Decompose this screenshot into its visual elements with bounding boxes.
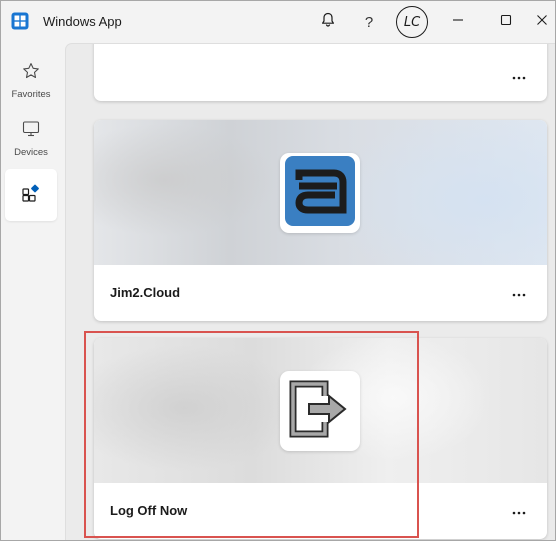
app-card-log-off-now[interactable]: Log Off Now bbox=[94, 338, 547, 539]
sidebar-item-favorites[interactable]: Favorites bbox=[5, 55, 57, 107]
more-options-button[interactable] bbox=[504, 282, 534, 304]
more-options-button[interactable] bbox=[504, 500, 534, 522]
windows-app-window: Windows App ? LC Favorites Devices Jim2.… bbox=[0, 0, 556, 541]
title-bar: Windows App ? LC bbox=[1, 1, 555, 43]
close-button[interactable] bbox=[529, 1, 555, 43]
sidebar: Favorites Devices bbox=[1, 43, 63, 540]
jim2-cloud-app-icon bbox=[285, 155, 355, 231]
more-options-icon bbox=[512, 284, 526, 302]
star-icon bbox=[22, 62, 40, 85]
minimize-icon bbox=[452, 13, 464, 31]
card-title: Log Off Now bbox=[110, 503, 188, 518]
app-card[interactable] bbox=[94, 44, 547, 101]
windows-app-icon bbox=[11, 12, 29, 30]
more-options-icon bbox=[512, 502, 526, 520]
monitor-icon bbox=[22, 120, 40, 143]
more-options-icon bbox=[512, 67, 526, 85]
more-options-button[interactable] bbox=[504, 65, 534, 87]
app-card-jim2-cloud[interactable]: Jim2.Cloud bbox=[94, 120, 547, 321]
help-button[interactable]: ? bbox=[356, 1, 382, 43]
sidebar-item-apps[interactable] bbox=[5, 169, 57, 221]
close-icon bbox=[536, 13, 548, 31]
log-off-arrow-icon bbox=[285, 374, 355, 449]
app-tile bbox=[280, 153, 360, 233]
maximize-icon bbox=[500, 13, 512, 31]
avatar: LC bbox=[396, 6, 428, 38]
maximize-button[interactable] bbox=[491, 1, 521, 43]
apps-content-area: Jim2.Cloud Log Off Now bbox=[65, 43, 555, 540]
app-title: Windows App bbox=[43, 14, 122, 29]
minimize-button[interactable] bbox=[443, 1, 473, 43]
notifications-button[interactable] bbox=[315, 1, 341, 43]
bell-icon bbox=[321, 12, 335, 32]
card-title: Jim2.Cloud bbox=[110, 285, 181, 300]
help-icon: ? bbox=[364, 13, 374, 31]
sidebar-item-devices[interactable]: Devices bbox=[5, 113, 57, 165]
sidebar-item-label: Devices bbox=[14, 147, 48, 158]
avatar-initials: LC bbox=[403, 14, 421, 30]
app-tile bbox=[280, 371, 360, 451]
account-button[interactable]: LC bbox=[393, 1, 431, 43]
apps-icon bbox=[21, 183, 41, 208]
sidebar-item-label: Favorites bbox=[11, 89, 51, 100]
